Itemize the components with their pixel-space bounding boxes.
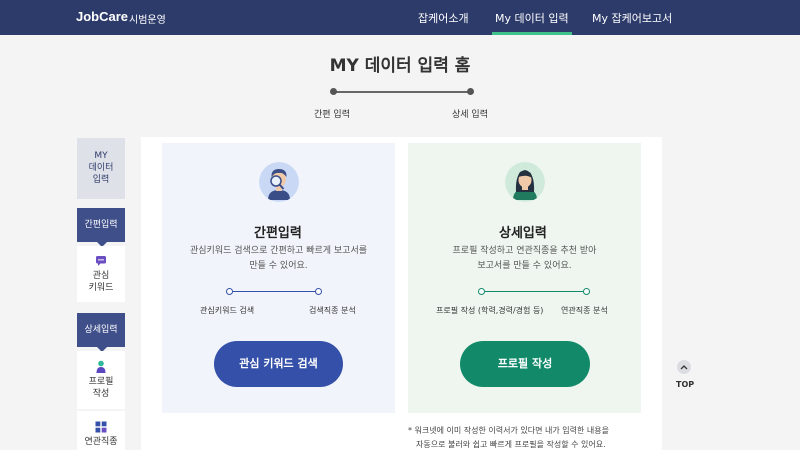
description-line: 관심키워드 검색으로 간편하고 빠르게 보고서를: [189, 246, 368, 256]
brand-subtitle: 시범운영: [129, 15, 166, 26]
grid-icon: [95, 421, 107, 433]
top-navigation: JobCare 시범운영 잡케어소개 My 데이터 입력 My 잡케어보고서: [0, 0, 800, 35]
sidebar-item-label: 키워드: [88, 283, 114, 293]
sidebar-item-profile[interactable]: 프로필 작성: [77, 351, 125, 409]
magnifier-person-icon: [259, 162, 299, 202]
detail-step-label: 연관직종 분석: [561, 306, 608, 315]
page-title: MY 데이터 입력 홈: [329, 56, 471, 76]
detail-step-line: [481, 291, 587, 292]
detail-step-label: 프로필 작성 (학력,경력/경험 등): [436, 306, 544, 315]
nav-item-about[interactable]: 잡케어소개: [418, 10, 469, 26]
description-line: 만들 수 있어요.: [249, 261, 308, 271]
sidebar-item-related-jobs[interactable]: 연관직종: [77, 411, 125, 450]
detail-card-description: 프로필 작성하고 연관직종을 추천 받아 보고서를 만들 수 있어요.: [408, 244, 641, 274]
step-dot-quick: [330, 88, 337, 95]
quick-card-description: 관심키워드 검색으로 간편하고 빠르게 보고서를 만들 수 있어요.: [162, 244, 395, 274]
sidebar-item-label: 작성: [92, 389, 110, 399]
detail-card-title: 상세입력: [499, 226, 547, 241]
sidebar-section-quick[interactable]: 간편입력: [77, 208, 125, 247]
nav-item-my-report[interactable]: My 잡케어보고서: [592, 10, 672, 26]
brand-logo[interactable]: JobCare: [76, 9, 128, 24]
quick-step-dot: [226, 288, 233, 295]
chevron-up-icon: [680, 364, 688, 369]
keyword-search-button[interactable]: 관심 키워드 검색: [214, 341, 343, 387]
scroll-top-button[interactable]: [677, 360, 691, 374]
sidebar-item-label: 프로필: [88, 377, 114, 387]
description-line: 프로필 작성하고 연관직종을 추천 받아: [452, 246, 597, 256]
step-label-detail: 상세 입력: [452, 110, 488, 120]
sidebar-home[interactable]: MY 데이터 입력: [77, 138, 125, 199]
sidebar-home-line: MY: [94, 151, 108, 161]
step-progress-line: [333, 91, 470, 93]
sidebar-section-detail[interactable]: 상세입력: [77, 313, 125, 352]
woman-avatar-icon: [505, 162, 545, 202]
nav-item-my-data-input[interactable]: My 데이터 입력: [492, 10, 572, 35]
person-icon: [96, 360, 106, 373]
detail-step-dot: [478, 288, 485, 295]
worknet-note: 자동으로 불러와 쉽고 빠르게 프로필을 작성할 수 있어요.: [416, 440, 606, 449]
quick-step-label: 검색직종 분석: [309, 306, 356, 315]
sidebar-item-label: 관심: [92, 271, 110, 281]
chat-bubble-icon: [96, 256, 106, 266]
description-line: 보고서를 만들 수 있어요.: [477, 261, 572, 271]
profile-write-button[interactable]: 프로필 작성: [460, 341, 590, 387]
quick-step-line: [229, 291, 319, 292]
sidebar-home-line: 데이터: [88, 163, 114, 173]
sidebar-home-line: 입력: [92, 175, 110, 185]
quick-step-label: 관심키워드 검색: [200, 306, 255, 315]
quick-card-title: 간편입력: [254, 226, 302, 241]
detail-step-dot: [583, 288, 590, 295]
scroll-top-label[interactable]: TOP: [676, 380, 694, 389]
quick-step-dot: [315, 288, 322, 295]
sidebar-item-label: 연관직종: [84, 437, 118, 447]
sidebar-item-keyword[interactable]: 관심 키워드: [77, 246, 125, 302]
worknet-note: * 워크넷에 이미 작성한 이력서가 있다면 내가 입력한 내용을: [408, 426, 609, 435]
step-dot-detail: [467, 88, 474, 95]
step-label-quick: 간편 입력: [314, 110, 350, 120]
